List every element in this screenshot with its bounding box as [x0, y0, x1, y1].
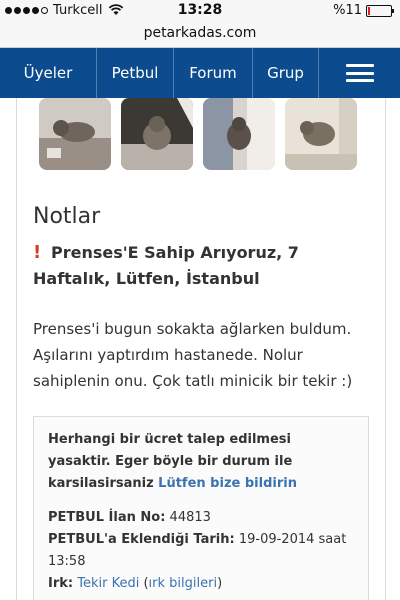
battery-icon	[366, 4, 394, 17]
breed-link[interactable]: Tekir Kedi	[77, 576, 139, 591]
kitten-photo-thumbnail[interactable]	[285, 98, 357, 170]
battery-percent: %11	[333, 3, 362, 18]
photo-gallery	[39, 98, 357, 170]
kitten-photo-thumbnail[interactable]	[203, 98, 275, 170]
added-date-row: PETBUL'a Eklendiği Tarih: 19-09-2014 saa…	[48, 529, 354, 573]
breed-label: Irk:	[48, 576, 74, 591]
breed-row: Irk: Tekir Kedi (ırk bilgileri)	[48, 576, 223, 591]
menu-button[interactable]	[319, 48, 400, 98]
breed-info-link[interactable]: ırk bilgileri	[149, 576, 218, 591]
added-date-label: PETBUL'a Eklendiği Tarih:	[48, 532, 235, 547]
info-box: Herhangi bir ücret talep edilmesi yasakt…	[33, 416, 369, 600]
hamburger-menu-icon	[345, 64, 374, 82]
listing-meta: PETBUL İlan No: 44813 PETBUL'a Eklendiği…	[48, 507, 354, 595]
notes-heading: Notlar	[33, 204, 101, 229]
exclamation-icon: !	[33, 242, 42, 263]
listing-description: Prenses'i bugun sokakta ağlarken buldum.…	[33, 320, 353, 390]
listing-number-value: 44813	[169, 510, 211, 525]
listing-panel: Notlar ! Prenses'E Sahip Arıyoruz, 7 Haft…	[16, 98, 386, 600]
address-bar[interactable]: petarkadas.com	[0, 20, 400, 48]
nav-item-forum[interactable]: Forum	[174, 48, 253, 98]
report-link[interactable]: Lütfen bize bildirin	[158, 476, 297, 491]
fee-warning: Herhangi bir ücret talep edilmesi yasakt…	[48, 429, 354, 495]
status-bar: Turkcell 13:28 %11	[0, 0, 400, 20]
main-navigation: Üyeler Petbul Forum Grup	[0, 48, 400, 98]
kitten-photo-thumbnail[interactable]	[121, 98, 193, 170]
battery-indicator: %11	[333, 3, 394, 18]
listing-title: ! Prenses'E Sahip Arıyoruz, 7 Haftalık, L…	[33, 240, 373, 292]
nav-item-grup[interactable]: Grup	[253, 48, 319, 98]
kitten-photo-thumbnail[interactable]	[39, 98, 111, 170]
nav-item-petbul[interactable]: Petbul	[97, 48, 174, 98]
nav-item-uyeler[interactable]: Üyeler	[0, 48, 97, 98]
listing-number-label: PETBUL İlan No:	[48, 510, 166, 525]
listing-number-row: PETBUL İlan No: 44813	[48, 507, 354, 529]
listing-title-text: Prenses'E Sahip Arıyoruz, 7 Haftalık, Lü…	[33, 243, 299, 288]
